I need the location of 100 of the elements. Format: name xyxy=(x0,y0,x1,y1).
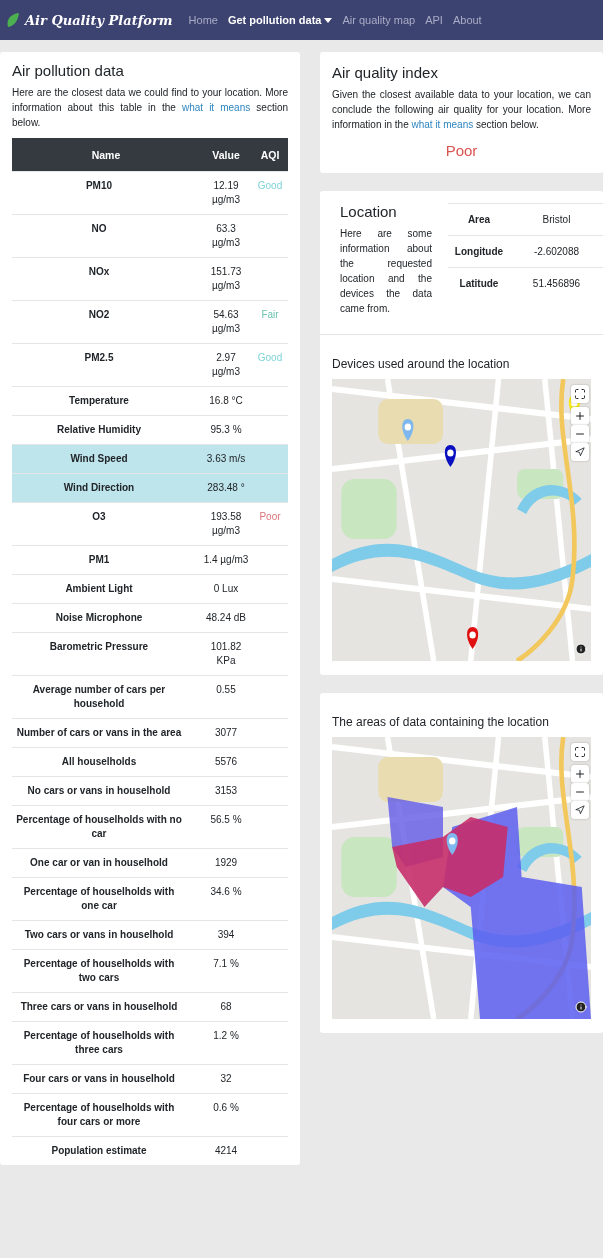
name-cell-text: Wind Speed xyxy=(69,452,129,466)
nav-link[interactable]: Air quality map xyxy=(342,14,416,26)
value-cell: 5576 xyxy=(214,755,238,769)
name-cell-text: Temperature xyxy=(68,394,130,408)
column-header: Value xyxy=(211,148,241,161)
value-cell: 1929 xyxy=(214,856,238,870)
intro-text: Given the closest available data to your location, we can conclude the following air quality for your location. More information in the what it means section below. xyxy=(332,88,591,132)
value-cell-text: 1.2 % xyxy=(213,1029,239,1043)
value-cell: 3153 xyxy=(214,784,238,798)
intro-text: Here are the closest data we could find to your location. More information about this table in the what it means section below. xyxy=(12,86,288,130)
name-cell-text: NO xyxy=(90,222,108,236)
what-it-means-link[interactable]: what it means xyxy=(181,102,251,113)
name-cell-text: Ambient Light xyxy=(64,582,134,596)
name-cell-text: Noise Microphone xyxy=(54,611,144,625)
name-cell-text: PM1 xyxy=(87,553,111,567)
compass-button[interactable] xyxy=(571,443,589,461)
value-cell: 48.24 dB xyxy=(205,611,246,625)
name-cell-text: PM2.5 xyxy=(83,351,115,365)
name-cell-text: Percentage of houselholds with one car xyxy=(22,885,176,913)
name-cell-text: Two cars or vans in houselhold xyxy=(23,928,175,942)
value-cell: 32 xyxy=(220,1072,232,1086)
name-cell-text: O3 xyxy=(91,510,107,524)
fullscreen-icon xyxy=(574,746,586,758)
aqi-cell-text: Good xyxy=(256,179,284,193)
name-cell-text: Percentage of houselholds with four cars or more xyxy=(22,1101,176,1129)
brand-logo[interactable]: Air Quality Platform xyxy=(25,12,173,28)
location-text: Here are some information about the requested location and the devices the data came from. xyxy=(340,227,432,316)
value-cell-text: 2.97 µg/m3 xyxy=(211,351,241,379)
plus-icon xyxy=(574,410,586,422)
zoom-out-button[interactable] xyxy=(571,425,589,443)
name-cell-text: Wind Direction xyxy=(62,481,136,495)
location-label: Longitude xyxy=(453,246,505,257)
name-cell-text: All houselholds xyxy=(60,755,138,769)
card-title: Air quality index xyxy=(332,64,439,81)
name-cell-text: Four cars or vans in houselhold xyxy=(22,1072,176,1086)
fullscreen-button[interactable] xyxy=(571,385,589,403)
value-cell-text: 12.19 µg/m3 xyxy=(211,179,241,207)
name-cell-text: Percentage of houselholds with two cars xyxy=(22,957,176,985)
card-title: Air pollution data xyxy=(12,62,125,79)
value-cell: 394 xyxy=(217,928,235,942)
value-cell: 1.4 µg/m3 xyxy=(203,553,249,567)
fullscreen-button[interactable] xyxy=(571,743,589,761)
value-cell-text: 63.3 µg/m3 xyxy=(211,222,241,250)
aqi-result: Poor xyxy=(444,142,479,159)
value-cell: 283.48 ° xyxy=(207,481,245,495)
compass-icon xyxy=(575,805,585,815)
value-cell-text: 0.55 xyxy=(216,683,236,697)
compass-icon xyxy=(575,447,585,457)
name-cell-text: NOx xyxy=(87,265,111,279)
name-cell-text: Number of cars or vans in the area xyxy=(15,726,183,740)
location-label: Area xyxy=(466,214,492,225)
what-it-means-link[interactable]: what it means xyxy=(411,119,474,130)
info-icon[interactable] xyxy=(575,643,587,655)
name-cell-text: Percentage of houselholds with three cars xyxy=(22,1029,176,1057)
location-value: -2.602088 xyxy=(532,246,580,257)
column-header: AQI xyxy=(259,148,281,161)
value-cell: 3.63 m/s xyxy=(206,452,246,466)
name-cell-text: PM10 xyxy=(84,179,114,193)
value-cell-text: 0.6 % xyxy=(213,1101,239,1115)
zoom-out-button[interactable] xyxy=(571,783,589,801)
name-cell-text: Percentage of houselholds with no car xyxy=(15,813,183,841)
value-cell-text: 193.58 µg/m3 xyxy=(209,510,243,538)
name-cell-text: Barometric Pressure xyxy=(48,640,150,654)
nav-link[interactable]: Home xyxy=(188,14,218,26)
compass-button[interactable] xyxy=(571,801,589,819)
section-title: The areas of data containing the location xyxy=(332,715,550,729)
value-cell-text: 54.63 µg/m3 xyxy=(211,308,241,336)
info-icon[interactable] xyxy=(575,1001,587,1013)
nav-link[interactable]: Get pollution data xyxy=(227,14,333,26)
name-cell-text: Relative Humidity xyxy=(56,423,142,437)
value-cell-text: 34.6 % xyxy=(210,885,242,899)
name-cell-text: One car or van in houselhold xyxy=(29,856,169,870)
plus-icon xyxy=(574,768,586,780)
value-cell-text: 7.1 % xyxy=(213,957,239,971)
name-cell-text: NO2 xyxy=(87,308,111,322)
value-cell-text: 56.5 % xyxy=(210,813,242,827)
aqi-cell-text: Poor xyxy=(258,510,282,524)
fullscreen-icon xyxy=(574,388,586,400)
name-cell-text: Population estimate xyxy=(50,1144,148,1158)
aqi-cell-text: Fair xyxy=(260,308,280,322)
location-value: 51.456896 xyxy=(531,278,582,289)
nav-link[interactable]: API xyxy=(425,14,443,26)
name-cell-text: Average number of cars per household xyxy=(31,683,167,711)
value-cell: 16.8 °C xyxy=(209,394,243,408)
value-cell: 68 xyxy=(220,1000,232,1014)
aqi-cell-text: Good xyxy=(256,351,284,365)
value-cell: 4214 xyxy=(214,1144,238,1158)
card-title: Location xyxy=(340,203,398,220)
value-cell: 95.3 % xyxy=(210,423,242,437)
leaf-icon xyxy=(6,12,20,28)
value-cell-text: 151.73 µg/m3 xyxy=(209,265,243,293)
nav-link[interactable]: About xyxy=(452,14,482,26)
column-header: Name xyxy=(90,148,122,161)
name-cell-text: No cars or vans in houselhold xyxy=(26,784,172,798)
location-value: Bristol xyxy=(541,214,572,225)
value-cell-text: 101.82 KPa xyxy=(209,640,243,668)
value-cell: 3077 xyxy=(214,726,238,740)
name-cell-text: Three cars or vans in houselhold xyxy=(19,1000,179,1014)
value-cell: 0 Lux xyxy=(213,582,239,596)
location-label: Latitude xyxy=(458,278,500,289)
